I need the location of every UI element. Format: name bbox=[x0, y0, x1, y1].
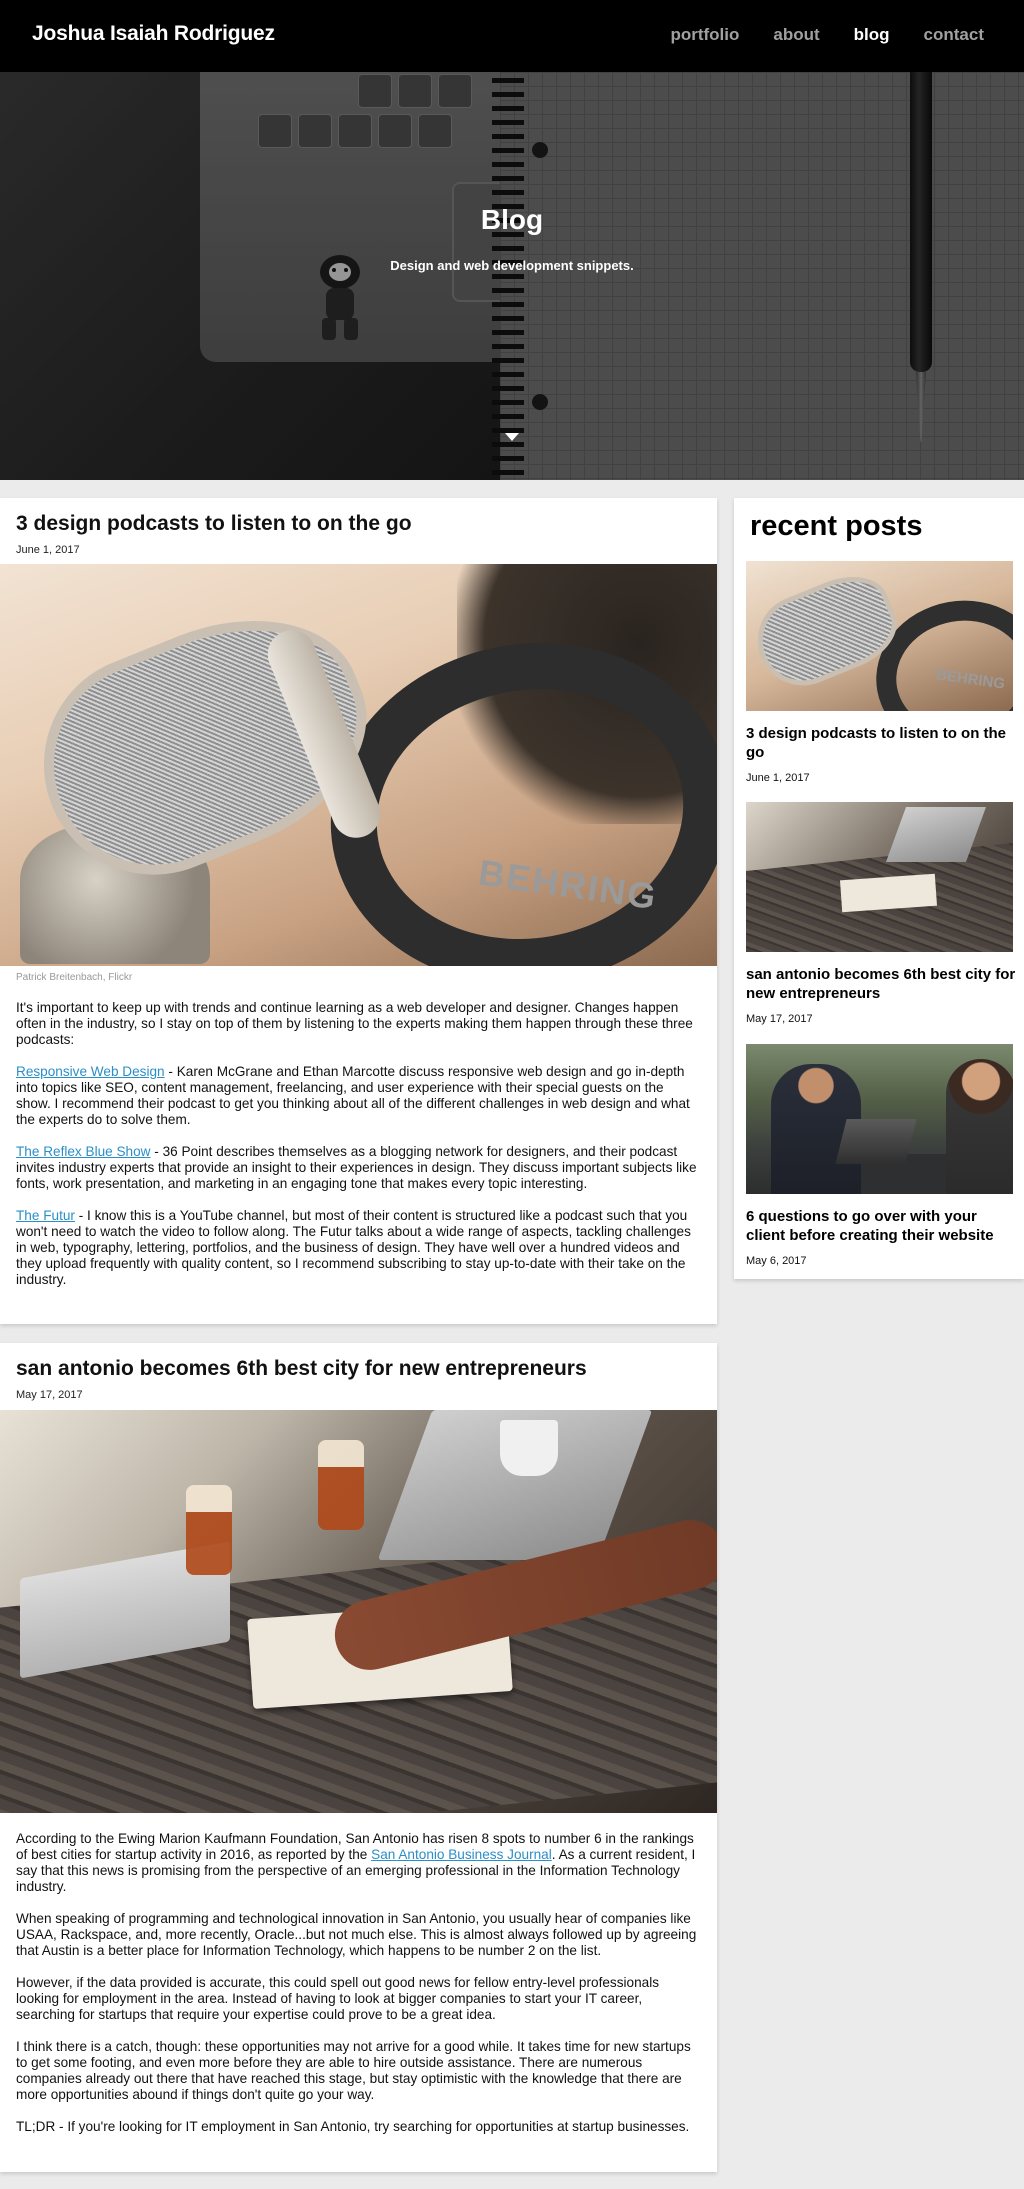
post-image-microphone: BEHRING bbox=[0, 564, 717, 966]
post-paragraph: However, if the data provided is accurat… bbox=[16, 1975, 660, 2022]
post-title[interactable]: 3 design podcasts to listen to on the go bbox=[16, 512, 412, 536]
post-paragraph: When speaking of programming and technol… bbox=[16, 1911, 697, 1958]
post-date: May 17, 2017 bbox=[16, 1389, 83, 1401]
post-paragraph: I think there is a catch, though: these … bbox=[16, 2039, 691, 2102]
nav-link-about[interactable]: about bbox=[773, 25, 819, 45]
post-body: It's important to keep up with trends an… bbox=[16, 1000, 701, 1304]
blog-post-card: san antonio becomes 6th best city for ne… bbox=[0, 1343, 717, 2172]
blog-post-card: 3 design podcasts to listen to on the go… bbox=[0, 498, 717, 1324]
recent-post-thumbnail[interactable] bbox=[746, 802, 1013, 952]
post-image-coworking bbox=[0, 1410, 717, 1813]
nav-link-portfolio[interactable]: portfolio bbox=[670, 25, 739, 45]
chevron-down-icon[interactable] bbox=[505, 433, 519, 441]
nav-link-contact[interactable]: contact bbox=[924, 25, 984, 45]
hero-title: Blog bbox=[480, 204, 544, 235]
link-responsive-web-design[interactable]: Responsive Web Design bbox=[16, 1064, 165, 1079]
recent-post-title[interactable]: san antonio becomes 6th best city for ne… bbox=[746, 965, 1016, 1003]
post-paragraph: According to the Ewing Marion Kaufmann F… bbox=[16, 1831, 696, 1894]
post-paragraph: Responsive Web Design - Karen McGrane an… bbox=[16, 1064, 690, 1127]
recent-post-date: May 6, 2017 bbox=[746, 1255, 807, 1267]
post-date: June 1, 2017 bbox=[16, 544, 80, 556]
recent-post-title[interactable]: 3 design podcasts to listen to on the go bbox=[746, 724, 1016, 762]
post-title[interactable]: san antonio becomes 6th best city for ne… bbox=[16, 1357, 587, 1381]
recent-post-thumbnail[interactable] bbox=[746, 1044, 1013, 1194]
post-paragraph: TL;DR - If you're looking for IT employm… bbox=[16, 2119, 690, 2134]
top-navbar: Joshua Isaiah Rodriguez portfolio about … bbox=[0, 0, 1024, 72]
post-paragraph: The Reflex Blue Show - 36 Point describe… bbox=[16, 1144, 697, 1191]
post-paragraph: It's important to keep up with trends an… bbox=[16, 1000, 693, 1047]
recent-post-date: June 1, 2017 bbox=[746, 772, 810, 784]
site-brand[interactable]: Joshua Isaiah Rodriguez bbox=[32, 22, 275, 46]
sidebar-title: recent posts bbox=[750, 510, 923, 542]
nav-links: portfolio about blog contact bbox=[670, 25, 984, 45]
nav-link-blog[interactable]: blog bbox=[854, 25, 890, 45]
hero-banner: Blog Design and web development snippets… bbox=[0, 72, 1024, 480]
link-the-futur[interactable]: The Futur bbox=[16, 1208, 75, 1223]
image-caption: Patrick Breitenbach, Flickr bbox=[16, 972, 133, 983]
recent-post-date: May 17, 2017 bbox=[746, 1013, 813, 1025]
post-body: According to the Ewing Marion Kaufmann F… bbox=[16, 1831, 701, 2151]
recent-post-thumbnail[interactable]: BEHRING bbox=[746, 561, 1013, 711]
link-reflex-blue-show[interactable]: The Reflex Blue Show bbox=[16, 1144, 151, 1159]
link-san-antonio-business-journal[interactable]: San Antonio Business Journal bbox=[371, 1847, 552, 1862]
post-paragraph: The Futur - I know this is a YouTube cha… bbox=[16, 1208, 691, 1287]
recent-posts-sidebar: recent posts BEHRING 3 design podcasts t… bbox=[734, 498, 1024, 1279]
recent-post-title[interactable]: 6 questions to go over with your client … bbox=[746, 1207, 1016, 1245]
hero-subtitle: Design and web development snippets. bbox=[390, 258, 634, 273]
